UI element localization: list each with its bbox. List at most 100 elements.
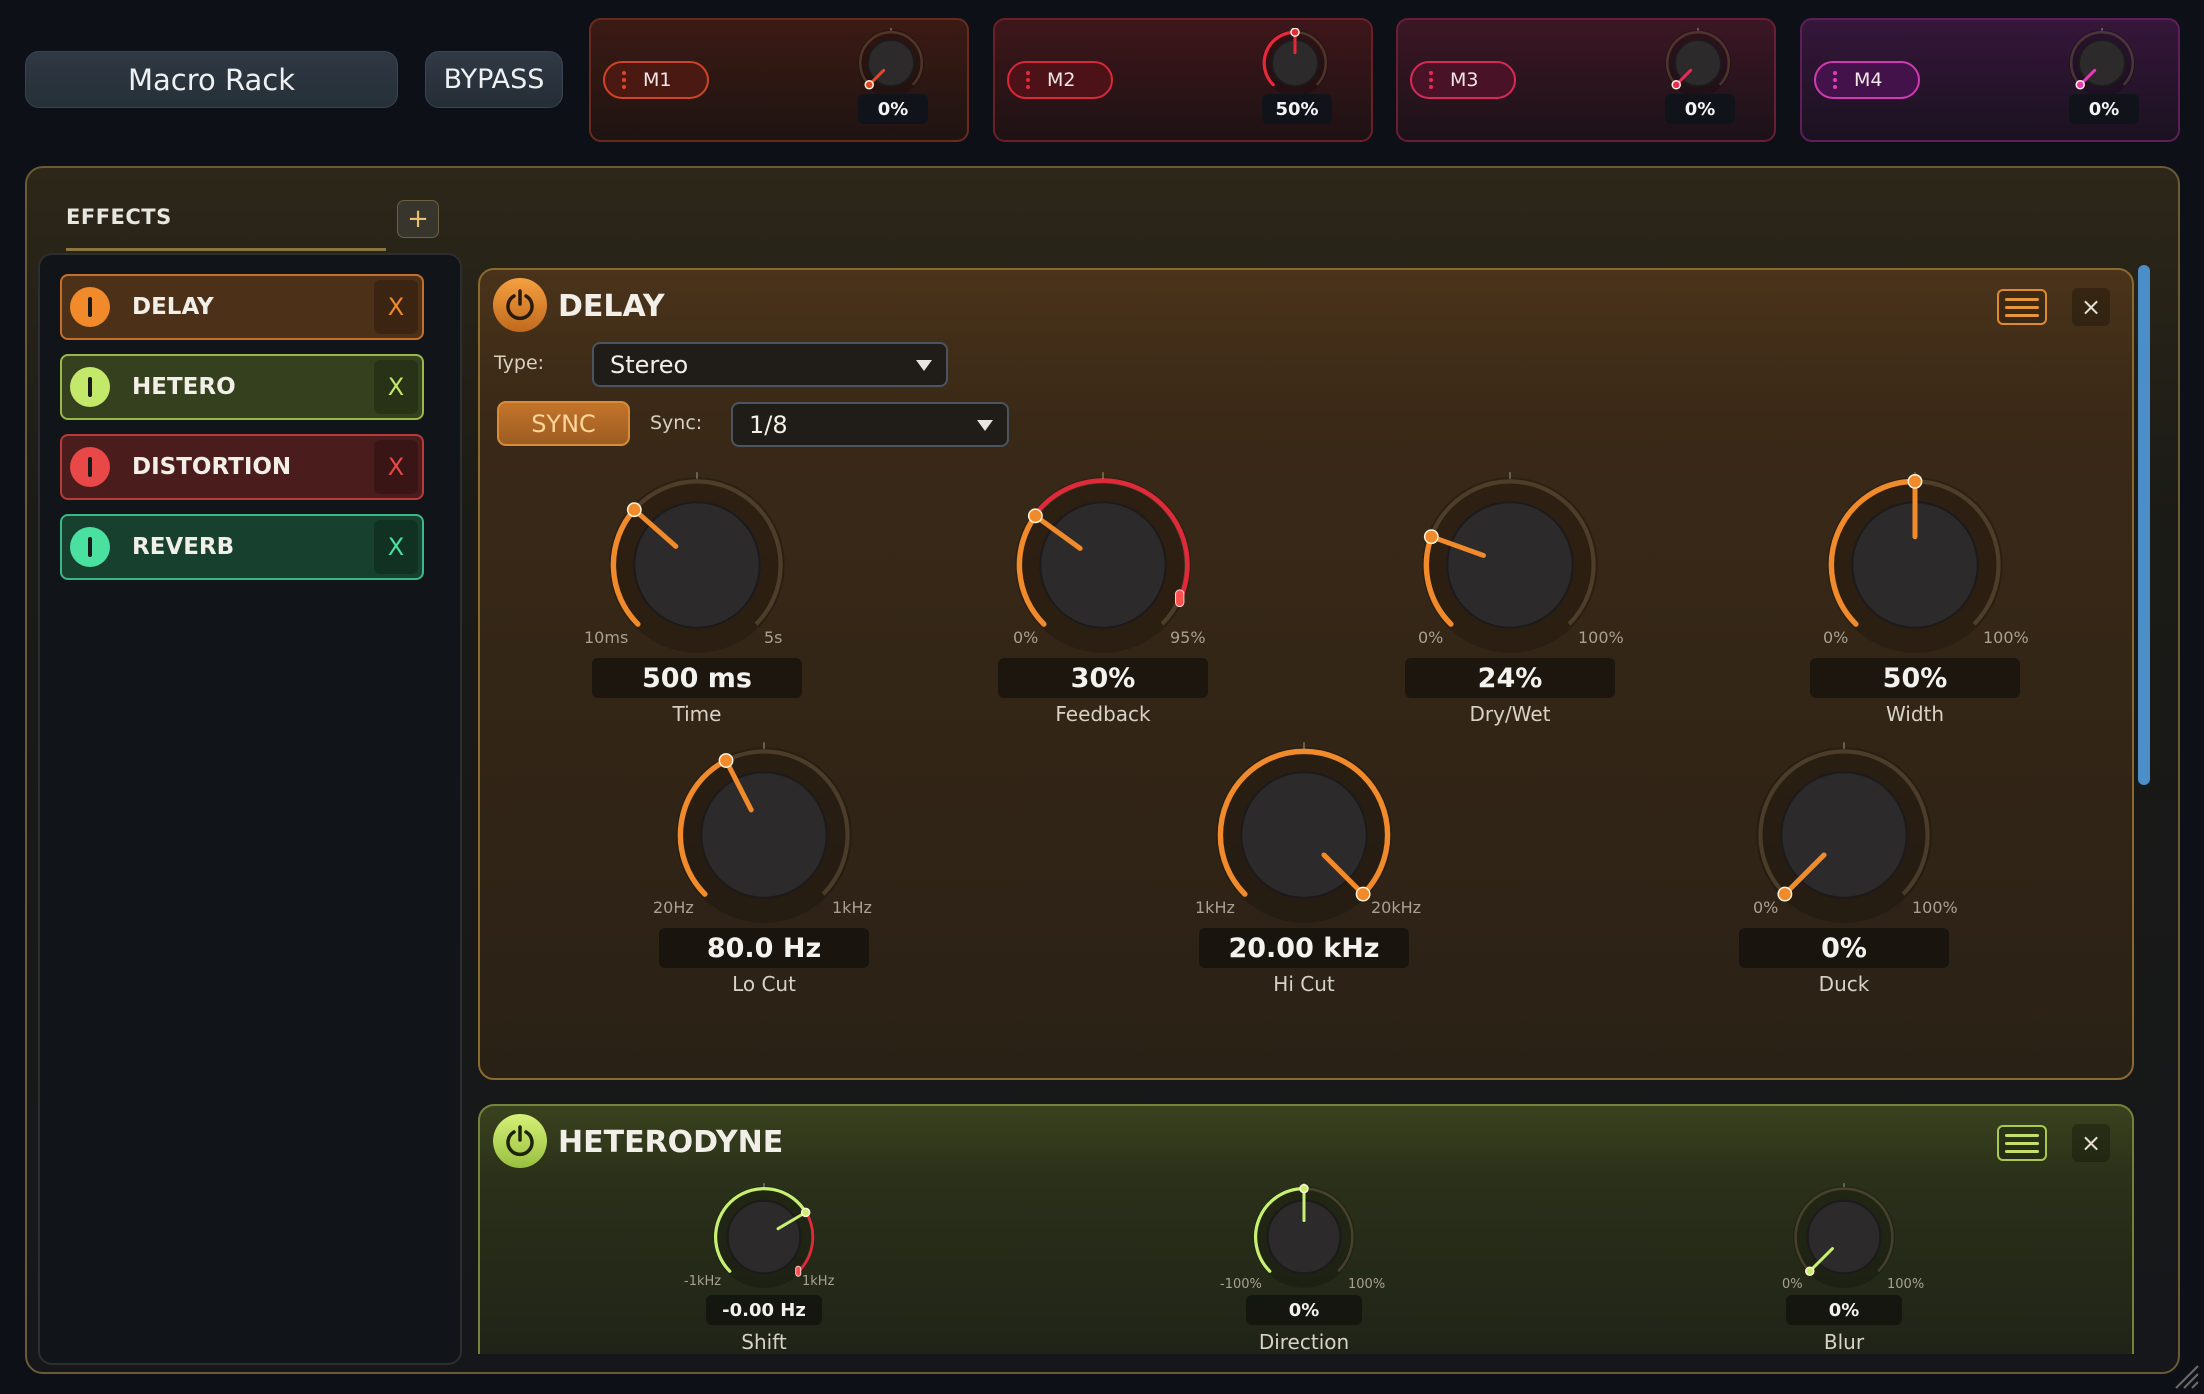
lo-cut-max-label: 1kHz bbox=[832, 898, 872, 917]
sync-dropdown-value: 1/8 bbox=[749, 410, 788, 439]
lo-cut-value[interactable]: 80.0 Hz bbox=[659, 928, 869, 968]
width-label: Width bbox=[1885, 702, 1945, 726]
macro-knob-2[interactable] bbox=[1260, 28, 1330, 98]
add-effect-button[interactable]: + bbox=[397, 200, 439, 238]
power-icon[interactable] bbox=[70, 447, 110, 487]
delay-title: DELAY bbox=[558, 289, 665, 324]
width-knob[interactable] bbox=[1820, 470, 2010, 660]
resize-grip-icon[interactable] bbox=[2170, 1360, 2200, 1390]
macro-value-3: 0% bbox=[1665, 94, 1735, 124]
drag-handle-icon[interactable] bbox=[1426, 71, 1436, 89]
remove-effect-button[interactable]: X bbox=[374, 360, 418, 414]
blur-knob[interactable] bbox=[1789, 1182, 1899, 1292]
direction-knob[interactable] bbox=[1249, 1182, 1359, 1292]
power-icon bbox=[506, 289, 534, 321]
knob-hi-cut: 1kHz 20kHz 20.00 kHz Hi Cut bbox=[1179, 740, 1429, 1000]
knob-pointer-dot bbox=[1027, 508, 1043, 524]
chevron-down-icon bbox=[916, 360, 932, 371]
heterodyne-power-button[interactable] bbox=[493, 1114, 547, 1168]
hi-cut-max-label: 20kHz bbox=[1371, 898, 1422, 917]
delay-close-button[interactable]: × bbox=[2072, 288, 2110, 326]
knob-feedback: 0% 95% 30% Feedback bbox=[978, 470, 1228, 730]
lo-cut-min-label: 20Hz bbox=[653, 898, 694, 917]
delay-menu-icon[interactable] bbox=[1997, 289, 2047, 325]
time-value[interactable]: 500 ms bbox=[592, 658, 802, 698]
macro-chip-3[interactable]: M3 bbox=[1410, 61, 1516, 99]
chevron-down-icon bbox=[977, 420, 993, 431]
heterodyne-menu-icon[interactable] bbox=[1997, 1125, 2047, 1161]
effect-item-hetero[interactable]: HETERO X bbox=[60, 354, 424, 420]
drag-handle-icon[interactable] bbox=[1830, 71, 1840, 89]
macro-slot-2: M2 50% bbox=[993, 18, 1373, 142]
power-icon[interactable] bbox=[70, 527, 110, 567]
blur-max-label: 100% bbox=[1887, 1277, 1925, 1292]
duck-max-label: 100% bbox=[1912, 898, 1958, 917]
dry-wet-knob[interactable] bbox=[1415, 470, 1605, 660]
blur-label: Blur bbox=[1823, 1330, 1865, 1354]
effects-title: EFFECTS bbox=[66, 205, 172, 229]
modules-scrollbar[interactable] bbox=[2138, 265, 2150, 785]
rack-title[interactable]: Macro Rack bbox=[25, 51, 398, 108]
knob-width: 0% 100% 50% Width bbox=[1790, 470, 2040, 730]
remove-effect-button[interactable]: X bbox=[374, 440, 418, 494]
knob-pointer-dot bbox=[1907, 473, 1923, 489]
bypass-button[interactable]: BYPASS bbox=[425, 51, 563, 108]
direction-max-label: 100% bbox=[1348, 1277, 1386, 1292]
sync-dropdown[interactable]: 1/8 bbox=[731, 402, 1009, 447]
type-dropdown[interactable]: Stereo bbox=[592, 342, 948, 387]
effect-item-reverb[interactable]: REVERB X bbox=[60, 514, 424, 580]
knob-pointer-dot bbox=[1805, 1266, 1815, 1276]
macro-value-2: 50% bbox=[1262, 94, 1332, 124]
duck-value[interactable]: 0% bbox=[1739, 928, 1949, 968]
macro-label: M4 bbox=[1854, 69, 1883, 91]
effect-item-label: DELAY bbox=[132, 294, 214, 320]
delay-power-button[interactable] bbox=[493, 278, 547, 332]
knob-pointer-dot bbox=[626, 502, 642, 518]
feedback-value[interactable]: 30% bbox=[998, 658, 1208, 698]
blur-min-label: 0% bbox=[1782, 1277, 1803, 1292]
knob-mod-handle bbox=[795, 1265, 802, 1277]
knob-pointer-dot bbox=[800, 1207, 811, 1218]
lo-cut-knob[interactable] bbox=[669, 740, 859, 930]
shift-value[interactable]: -0.00 Hz bbox=[706, 1295, 822, 1325]
type-label: Type: bbox=[494, 352, 545, 374]
remove-effect-button[interactable]: X bbox=[374, 520, 418, 574]
hi-cut-value[interactable]: 20.00 kHz bbox=[1199, 928, 1409, 968]
macro-knob-3[interactable] bbox=[1663, 28, 1733, 98]
knob-body bbox=[726, 1199, 802, 1275]
effect-item-label: REVERB bbox=[132, 534, 235, 560]
duck-label: Duck bbox=[1818, 972, 1870, 996]
macro-chip-1[interactable]: M1 bbox=[603, 61, 709, 99]
dry-wet-max-label: 100% bbox=[1578, 628, 1624, 647]
macro-knob-4[interactable] bbox=[2067, 28, 2137, 98]
type-dropdown-value: Stereo bbox=[610, 350, 689, 379]
macro-knob-1[interactable] bbox=[856, 28, 926, 98]
hi-cut-min-label: 1kHz bbox=[1195, 898, 1235, 917]
knob-pointer-dot bbox=[1355, 886, 1371, 902]
macro-chip-4[interactable]: M4 bbox=[1814, 61, 1920, 99]
blur-value[interactable]: 0% bbox=[1786, 1295, 1902, 1325]
macro-slot-3: M3 0% bbox=[1396, 18, 1776, 142]
drag-handle-icon[interactable] bbox=[1023, 71, 1033, 89]
knob-direction: -100% 100% 0% Direction bbox=[1220, 1182, 1386, 1357]
lo-cut-label: Lo Cut bbox=[732, 972, 796, 996]
effect-item-distortion[interactable]: DISTORTION X bbox=[60, 434, 424, 500]
direction-value[interactable]: 0% bbox=[1246, 1295, 1362, 1325]
effect-item-delay[interactable]: DELAY X bbox=[60, 274, 424, 340]
power-icon[interactable] bbox=[70, 367, 110, 407]
knob-pointer-dot bbox=[1290, 28, 1300, 37]
knob-pointer-dot bbox=[1671, 80, 1681, 90]
drag-handle-icon[interactable] bbox=[619, 71, 629, 89]
knob-pointer-dot bbox=[1423, 529, 1439, 545]
remove-effect-button[interactable]: X bbox=[374, 280, 418, 334]
width-value[interactable]: 50% bbox=[1810, 658, 2020, 698]
dry-wet-value[interactable]: 24% bbox=[1405, 658, 1615, 698]
knob-blur: 0% 100% 0% Blur bbox=[1764, 1182, 1924, 1357]
dry-wet-label: Dry/Wet bbox=[1469, 702, 1551, 726]
macro-chip-2[interactable]: M2 bbox=[1007, 61, 1113, 99]
power-icon[interactable] bbox=[70, 287, 110, 327]
knob-body bbox=[700, 771, 828, 899]
sync-toggle-button[interactable]: SYNC bbox=[497, 401, 630, 446]
heterodyne-close-button[interactable]: × bbox=[2072, 1124, 2110, 1162]
time-label: Time bbox=[672, 702, 722, 726]
